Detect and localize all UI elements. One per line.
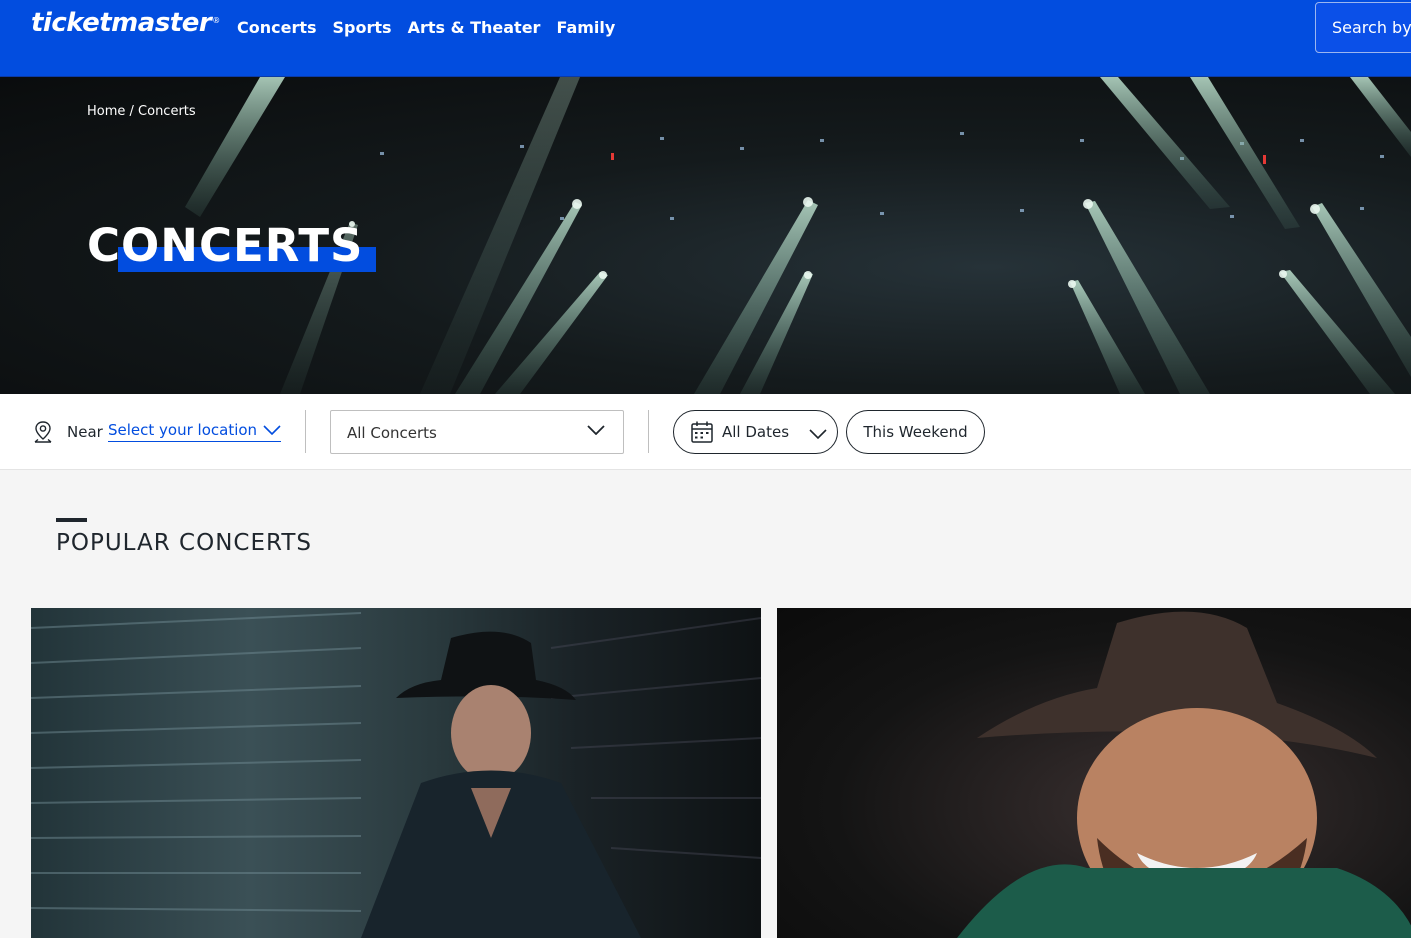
location-pin-icon <box>34 421 52 443</box>
nav-arts-theater[interactable]: Arts & Theater <box>408 18 541 37</box>
calendar-icon <box>691 421 713 443</box>
all-dates-label: All Dates <box>722 423 790 441</box>
artist-photo <box>31 612 761 938</box>
search-input[interactable]: Search by <box>1315 2 1411 53</box>
category-select-value: All Concerts <box>347 424 437 442</box>
concert-card[interactable] <box>31 608 761 938</box>
nav-sports[interactable]: Sports <box>333 18 392 37</box>
section-accent-bar <box>56 518 87 522</box>
select-location-label: Select your location <box>108 421 258 439</box>
near-label: Near <box>67 423 103 441</box>
logo-text: ticketmaster <box>31 8 212 38</box>
hero-banner: Home / Concerts CONCERTS <box>0 77 1411 394</box>
ticketmaster-logo[interactable]: ticketmaster® <box>31 8 220 38</box>
registered-mark: ® <box>212 16 220 25</box>
nav-family[interactable]: Family <box>556 18 615 37</box>
chevron-down-icon <box>809 429 827 439</box>
page-title: CONCERTS <box>87 219 364 272</box>
filter-divider <box>648 410 649 453</box>
site-header: ticketmaster® Concerts Sports Arts & The… <box>0 0 1411 77</box>
filter-divider <box>305 410 306 453</box>
filter-bar: Near Select your location All Concerts A… <box>0 394 1411 470</box>
main-nav: Concerts Sports Arts & Theater Family <box>237 18 615 37</box>
chevron-down-icon <box>263 425 281 435</box>
category-select[interactable]: All Concerts <box>330 410 624 454</box>
artist-photo <box>957 611 1411 938</box>
popular-concerts-title: POPULAR CONCERTS <box>56 530 312 556</box>
select-location-link[interactable]: Select your location <box>108 421 282 442</box>
all-dates-button[interactable]: All Dates <box>673 410 838 454</box>
chevron-down-icon <box>587 425 605 435</box>
concert-card[interactable] <box>777 608 1411 938</box>
nav-concerts[interactable]: Concerts <box>237 18 317 37</box>
this-weekend-button[interactable]: This Weekend <box>846 410 985 454</box>
breadcrumb[interactable]: Home / Concerts <box>87 104 196 119</box>
